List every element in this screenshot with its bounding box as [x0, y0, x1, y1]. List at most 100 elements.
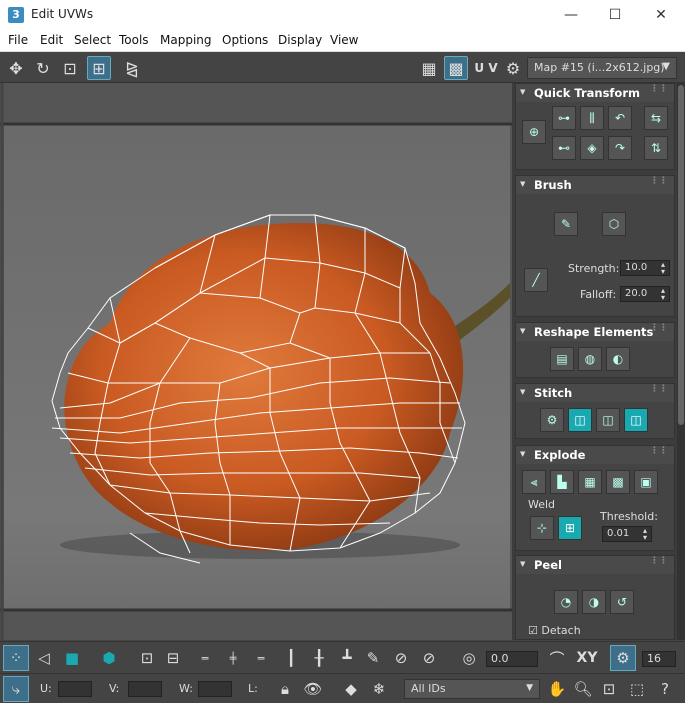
- shrink-selection-icon[interactable]: ⊟: [160, 645, 186, 671]
- minimize-button[interactable]: —: [548, 0, 594, 30]
- edge-distance-field[interactable]: 16: [642, 651, 676, 667]
- align-center-icon[interactable]: ◈: [580, 136, 604, 160]
- polygon-mode-icon[interactable]: ■: [59, 645, 85, 671]
- zoom-extents-icon[interactable]: ⬚: [624, 676, 650, 702]
- brush-header[interactable]: Brush⋮⋮: [516, 176, 674, 194]
- rotate-cw-icon[interactable]: ↷: [608, 136, 632, 160]
- peel-mode-icon[interactable]: ◑: [582, 590, 606, 614]
- peel-header[interactable]: Peel⋮⋮: [516, 556, 674, 574]
- reset-peel-icon[interactable]: ↺: [610, 590, 634, 614]
- uv-viewport[interactable]: [0, 83, 512, 640]
- grow-selection-icon[interactable]: ⊡: [134, 645, 160, 671]
- show-map-icon[interactable]: ▩: [444, 56, 468, 80]
- quick-peel-icon[interactable]: ◔: [554, 590, 578, 614]
- zoom-region-icon[interactable]: ⊡: [596, 676, 622, 702]
- falloff-curve-icon[interactable]: ⌒: [544, 645, 570, 671]
- menu-view[interactable]: View: [330, 33, 358, 47]
- element-mode-icon[interactable]: ⬢: [96, 645, 122, 671]
- ring-grow-icon[interactable]: ╂: [306, 645, 332, 671]
- weld-all-icon[interactable]: ⊞: [558, 516, 582, 540]
- stitch-to-source-icon[interactable]: ◫: [624, 408, 648, 432]
- weld-selected-icon[interactable]: ⊹: [530, 516, 554, 540]
- pan-icon[interactable]: ✋: [544, 676, 570, 702]
- rotate-ccw-icon[interactable]: ↶: [608, 106, 632, 130]
- paint-select-icon[interactable]: ✎: [360, 645, 386, 671]
- rotate-icon[interactable]: ↻: [31, 56, 55, 80]
- break-icon[interactable]: ⫷: [522, 470, 546, 494]
- scrollbar-thumb[interactable]: [678, 85, 684, 425]
- lock-icon[interactable]: 🔒︎: [272, 676, 298, 702]
- menu-tools[interactable]: Tools: [119, 33, 149, 47]
- stitch-average-icon[interactable]: ◫: [596, 408, 620, 432]
- pivot-icon[interactable]: ⊕: [522, 120, 546, 144]
- zoom-icon[interactable]: 🔍︎: [570, 676, 596, 702]
- rotation-angle-field[interactable]: 0.0: [486, 651, 538, 667]
- ring-icon[interactable]: ┃: [278, 645, 304, 671]
- paint-grow-icon[interactable]: ⊘: [388, 645, 414, 671]
- map-select[interactable]: Map #15 (i...2x612.jpg) ▼: [527, 57, 677, 79]
- select-by-element-icon[interactable]: ⚙: [610, 645, 636, 671]
- vertex-mode-icon[interactable]: ⁘: [3, 645, 29, 671]
- threshold-spinner[interactable]: 0.01: [602, 526, 652, 542]
- flatten-by-material-icon[interactable]: ▣: [634, 470, 658, 494]
- flatten-icon[interactable]: ▦: [578, 470, 602, 494]
- close-button[interactable]: ✕: [638, 0, 684, 30]
- stitch-header[interactable]: Stitch⋮⋮: [516, 384, 674, 402]
- flip-horizontal-icon[interactable]: ⇆: [644, 106, 668, 130]
- uv-mode-toggle[interactable]: U V: [472, 56, 500, 80]
- relax-settings-icon[interactable]: ◐: [606, 347, 630, 371]
- stitch-to-target-icon[interactable]: ◫: [568, 408, 592, 432]
- strength-spinner[interactable]: 10.0: [620, 260, 670, 276]
- brush-size-icon[interactable]: ╱: [524, 268, 548, 292]
- straighten-icon[interactable]: ▤: [550, 347, 574, 371]
- detach-checkbox[interactable]: ☑ Detach: [528, 624, 581, 637]
- hide-icon[interactable]: 👁︎: [300, 676, 326, 702]
- freeform-mode-icon[interactable]: ⊞: [87, 56, 111, 80]
- u-input[interactable]: [58, 681, 92, 697]
- align-horizontal-icon[interactable]: ⊶: [552, 106, 576, 130]
- explode-rollout: Explode⋮⋮ ⫷ ▙ ▦ ▩ ▣ Weld ⊹ ⊞ Threshold: …: [515, 445, 675, 551]
- loop-shrink-icon[interactable]: ═: [248, 645, 274, 671]
- align-vertical-icon[interactable]: ⊷: [552, 136, 576, 160]
- v-input[interactable]: [128, 681, 162, 697]
- help-icon[interactable]: ?: [652, 676, 678, 702]
- xy-toggle[interactable]: XY: [572, 645, 602, 671]
- loop-grow-icon[interactable]: ╪: [220, 645, 246, 671]
- edge-mode-icon[interactable]: ◁: [31, 645, 57, 671]
- v-label: V:: [109, 682, 120, 695]
- falloff-spinner[interactable]: 20.0: [620, 286, 670, 302]
- detach-edge-icon[interactable]: ▙: [550, 470, 574, 494]
- id-filter-select[interactable]: All IDs ▼: [404, 679, 540, 699]
- menu-select[interactable]: Select: [74, 33, 111, 47]
- flip-vertical-icon[interactable]: ⇅: [644, 136, 668, 160]
- mirror-icon[interactable]: ⧎: [120, 56, 144, 80]
- relax-icon[interactable]: ◍: [578, 347, 602, 371]
- menu-edit[interactable]: Edit: [40, 33, 63, 47]
- soft-selection-icon[interactable]: ◎: [456, 645, 482, 671]
- relax-brush-icon[interactable]: ⬡: [602, 212, 626, 236]
- stitch-custom-icon[interactable]: ⚙: [540, 408, 564, 432]
- ring-shrink-icon[interactable]: ┻: [334, 645, 360, 671]
- reshape-elements-header[interactable]: Reshape Elements⋮⋮: [516, 323, 674, 341]
- move-icon[interactable]: ✥: [4, 56, 28, 80]
- flatten-by-smoothing-icon[interactable]: ▩: [606, 470, 630, 494]
- menu-mapping[interactable]: Mapping: [160, 33, 212, 47]
- w-input[interactable]: [198, 681, 232, 697]
- freeze-shape-icon[interactable]: ◆: [338, 676, 364, 702]
- scale-icon[interactable]: ⊡: [58, 56, 82, 80]
- menu-options[interactable]: Options: [222, 33, 268, 47]
- space-horizontal-icon[interactable]: ⫼: [580, 106, 604, 130]
- loop-icon[interactable]: ═: [192, 645, 218, 671]
- menu-file[interactable]: File: [8, 33, 28, 47]
- explode-header[interactable]: Explode⋮⋮: [516, 446, 674, 464]
- absolute-offset-icon[interactable]: ⤷: [3, 676, 29, 702]
- paint-shrink-icon[interactable]: ⊘: [416, 645, 442, 671]
- checker-pattern-icon[interactable]: ▦: [417, 56, 441, 80]
- freeze-icon[interactable]: ❄: [366, 676, 392, 702]
- menu-display[interactable]: Display: [278, 33, 322, 47]
- quick-transform-header[interactable]: Quick Transform⋮⋮: [516, 84, 674, 102]
- paint-move-icon[interactable]: ✎: [554, 212, 578, 236]
- map-settings-icon[interactable]: ⚙: [501, 56, 525, 80]
- maximize-button[interactable]: ☐: [592, 0, 638, 30]
- panel-scrollbar[interactable]: [677, 83, 685, 640]
